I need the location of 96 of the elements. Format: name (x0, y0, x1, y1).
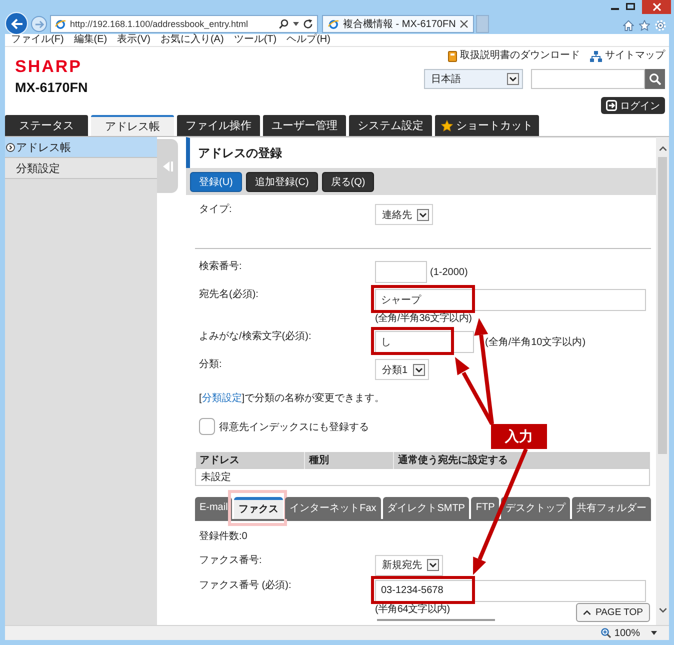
checkbox-label: 得意先インデックスにも登録する (219, 420, 369, 434)
sidebar-item[interactable]: 分類設定 (5, 158, 157, 179)
maximize-icon[interactable] (626, 3, 635, 10)
caret-icon (651, 631, 657, 635)
chevron-down-icon (412, 364, 425, 376)
caret-icon[interactable] (293, 22, 299, 26)
circle-chevron-icon (6, 142, 15, 152)
sub-tab[interactable]: デスクトップ (501, 496, 570, 518)
column-header: 種別 (304, 452, 394, 468)
toolbar-button[interactable]: 登録(U) (190, 172, 242, 192)
dropdown[interactable]: 連絡先 (375, 204, 433, 225)
login-button[interactable]: ログイン (601, 97, 665, 114)
menu-item[interactable]: 表示(V) (117, 34, 150, 46)
table-cell: 未設定 (196, 468, 304, 485)
back-button[interactable] (5, 12, 28, 35)
sub-tab[interactable]: ファクス (234, 496, 284, 518)
arrow-right-icon (34, 20, 44, 28)
search-button[interactable] (645, 69, 665, 89)
field-hint: (1-2000) (430, 266, 468, 278)
collapse-icon (162, 160, 172, 172)
field-label: 宛先名(必須): (198, 289, 260, 301)
nav-tab[interactable]: ファイル操作 (177, 115, 260, 136)
nav-tab[interactable]: ユーザー管理 (263, 115, 346, 136)
orbit-icon (55, 18, 66, 30)
menu-item[interactable]: ツール(T) (234, 34, 277, 46)
chevron-down-icon (507, 73, 519, 85)
sidebar-item[interactable]: アドレス帳 (5, 137, 157, 158)
sub-tab[interactable]: FTP (471, 496, 500, 518)
menu-item[interactable]: ファイル(F) (11, 34, 64, 46)
column-header: 通常使う宛先に設定する (394, 452, 650, 468)
chevron-up-icon (583, 610, 592, 615)
column-header: アドレス (196, 452, 304, 468)
sub-tab[interactable]: インターネットFax (285, 496, 381, 518)
search-icon (649, 73, 661, 85)
settings-icon[interactable] (655, 20, 666, 31)
menu-item[interactable]: 編集(E) (74, 34, 108, 46)
nav-tab[interactable]: アドレス帳 (91, 115, 174, 136)
header-link[interactable]: 取扱説明書のダウンロード (448, 50, 580, 62)
home-icon[interactable] (623, 20, 634, 31)
arrow-left-icon (10, 18, 22, 30)
browser-tab[interactable]: 複合機情報 - MX-6170FN (322, 15, 474, 33)
dropdown[interactable]: 新規宛先 (375, 554, 443, 576)
page-top-button[interactable]: PAGE TOP (576, 603, 650, 622)
scrollbar-thumb[interactable] (658, 157, 667, 454)
close-icon[interactable] (460, 20, 468, 28)
field-label: ファクス番号: (198, 554, 263, 566)
dropdown[interactable]: 分類1 (375, 359, 429, 380)
chevron-down-icon[interactable] (658, 608, 666, 613)
chevron-down-icon (427, 559, 439, 571)
sitemap-icon (590, 50, 602, 62)
toolbar-button[interactable]: 追加登録(C) (246, 172, 318, 192)
header-link[interactable]: サイトマップ (590, 50, 665, 62)
field-note: (全角/半角36文字以内) (375, 313, 472, 325)
close-button[interactable] (642, 0, 671, 14)
menu-item[interactable]: ヘルプ(H) (286, 34, 330, 46)
orbit-icon (328, 18, 339, 30)
checkbox[interactable] (199, 418, 215, 435)
text-field[interactable]: し (375, 331, 474, 353)
collapse-handle[interactable] (157, 139, 178, 193)
refresh-icon[interactable] (303, 19, 313, 29)
text-field[interactable]: シャープ (375, 289, 646, 311)
field-label: 分類: (198, 359, 223, 371)
nav-tab[interactable]: システム設定 (349, 115, 432, 136)
star-icon (441, 120, 453, 132)
sub-tab[interactable]: E-mail (195, 496, 232, 518)
language-select[interactable]: 日本語 (424, 69, 523, 89)
category-settings-link[interactable]: 分類設定 (202, 393, 242, 404)
field-label: 検索番号: (198, 261, 243, 273)
field-label: タイプ: (198, 204, 233, 216)
text-field[interactable]: 03-1234-5678 (375, 580, 646, 602)
brand-logo: SHARP (15, 59, 84, 74)
toolbar-button[interactable]: 戻る(Q) (322, 172, 374, 192)
info-text: [分類設定]で分類の名称が変更できます。 (198, 392, 386, 406)
nav-tab[interactable]: ショートカット (435, 115, 539, 136)
search-icon[interactable] (279, 19, 289, 29)
sub-tab[interactable]: ダイレクトSMTP (382, 496, 470, 518)
callout-label: 入力 (491, 424, 547, 449)
nav-tab[interactable]: ステータス (5, 115, 88, 136)
sub-tab[interactable]: 共有フォルダー (572, 496, 652, 518)
count-text: 登録件数:0 (198, 530, 248, 542)
menu-item[interactable]: お気に入り(A) (160, 34, 224, 46)
field-note: (半角64文字以内) (375, 604, 450, 616)
book-icon (448, 50, 457, 62)
close-icon (652, 3, 660, 11)
chevron-down-icon (417, 208, 429, 220)
model-name: MX-6170FN (15, 81, 88, 95)
login-icon (606, 100, 617, 111)
field-label: ファクス番号 (必須): (198, 580, 292, 592)
search-field[interactable] (531, 69, 645, 89)
zoom-button[interactable]: 100% (601, 628, 657, 638)
field-label: よみがな/検索文字(必須): (198, 331, 312, 343)
star-icon[interactable] (639, 20, 650, 31)
address-bar[interactable]: http://192.168.1.100/addressbook_entry.html (50, 15, 318, 33)
chevron-up-icon[interactable] (658, 146, 666, 151)
text-field[interactable] (375, 261, 427, 283)
field-hint: (全角/半角10文字以内) (485, 336, 586, 349)
